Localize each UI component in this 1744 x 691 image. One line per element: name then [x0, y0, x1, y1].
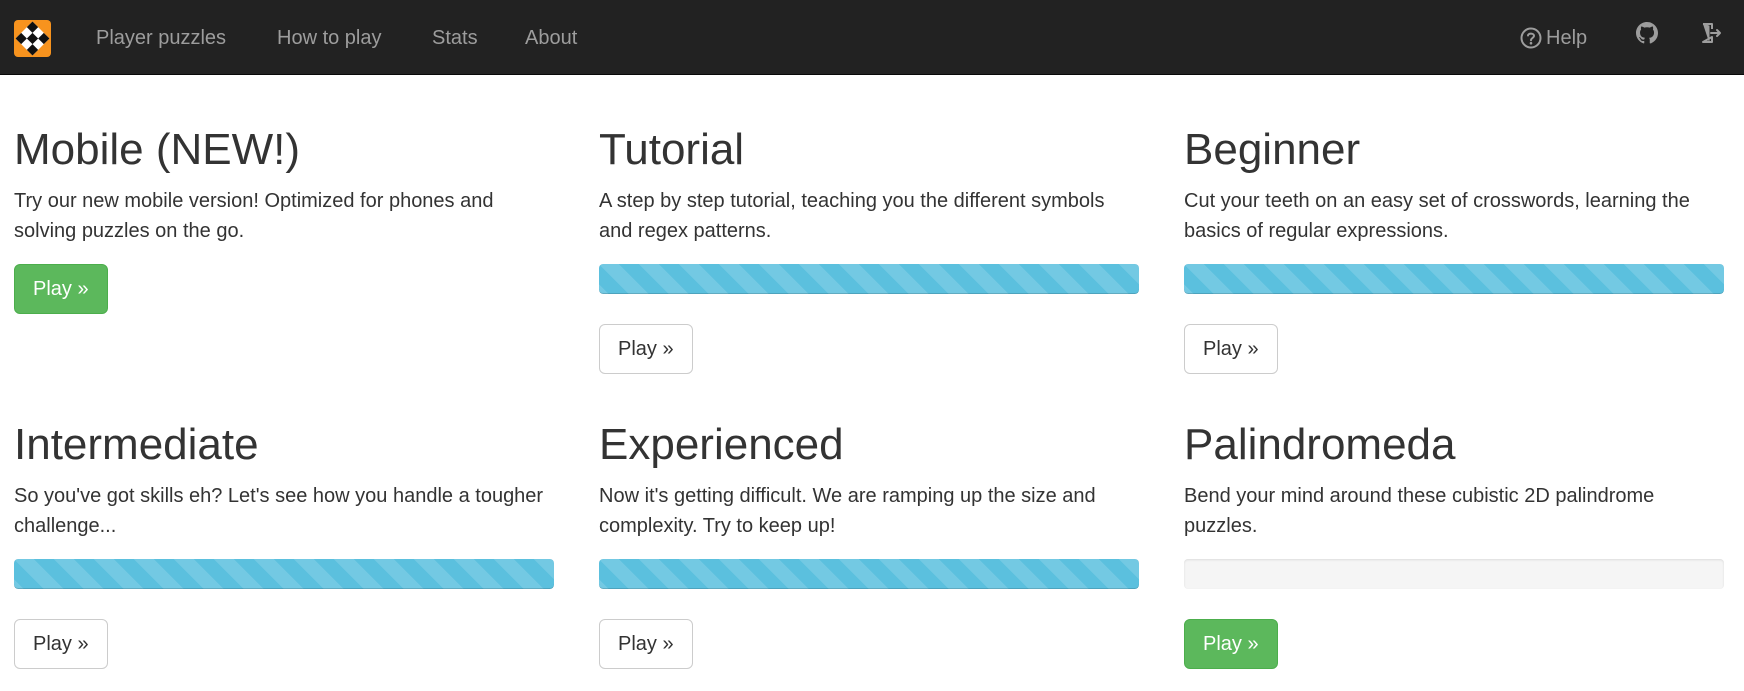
progress-bar: [14, 559, 554, 589]
play-mobile-button[interactable]: Play »: [14, 264, 108, 314]
play-intermediate-button[interactable]: Play »: [14, 619, 108, 669]
nav-how-to-play[interactable]: How to play: [277, 26, 382, 50]
progress-bar: [1184, 264, 1724, 294]
nav-player-puzzles[interactable]: Player puzzles: [96, 26, 226, 50]
sign-out-icon[interactable]: [1700, 22, 1722, 49]
panel-title: Intermediate: [14, 420, 259, 469]
progress-fill: [14, 559, 554, 589]
play-palindromeda-button[interactable]: Play »: [1184, 619, 1278, 669]
panel-description: Cut your teeth on an easy set of crosswo…: [1184, 190, 1690, 242]
play-beginner-button[interactable]: Play »: [1184, 324, 1278, 374]
progress-fill: [599, 264, 1139, 294]
panel-mobile: Mobile (NEW!) Try our new mobile version…: [14, 125, 554, 314]
progress-fill: [1184, 264, 1724, 294]
panel-description: So you've got skills eh? Let's see how y…: [14, 485, 544, 537]
nav-stats[interactable]: Stats: [432, 26, 478, 50]
panel-title: Palindromeda: [1184, 420, 1456, 469]
play-tutorial-button[interactable]: Play »: [599, 324, 693, 374]
panel-title: Mobile (NEW!): [14, 125, 301, 174]
panel-description: Now it's getting difficult. We are rampi…: [599, 485, 1096, 537]
panel-palindromeda: Palindromeda Bend your mind around these…: [1184, 420, 1724, 669]
regex-crossword-logo-icon[interactable]: [14, 20, 51, 57]
question-circle-icon: [1520, 27, 1542, 49]
progress-bar: [1184, 559, 1724, 589]
help-label: Help: [1546, 27, 1588, 49]
panel-description: Try our new mobile version! Optimized fo…: [14, 190, 494, 242]
panel-tutorial: Tutorial A step by step tutorial, teachi…: [599, 125, 1139, 374]
panel-description: Bend your mind around these cubistic 2D …: [1184, 485, 1655, 537]
panel-description: A step by step tutorial, teaching you th…: [599, 190, 1105, 242]
panel-title: Tutorial: [599, 125, 745, 174]
help-link[interactable]: Help: [1520, 26, 1587, 50]
panel-experienced: Experienced Now it's getting difficult. …: [599, 420, 1139, 669]
navbar: Player puzzles How to play Stats About H…: [0, 0, 1744, 75]
play-experienced-button[interactable]: Play »: [599, 619, 693, 669]
progress-bar: [599, 264, 1139, 294]
panel-title: Experienced: [599, 420, 844, 469]
nav-about[interactable]: About: [525, 26, 577, 50]
progress-bar: [599, 559, 1139, 589]
panel-title: Beginner: [1184, 125, 1361, 174]
github-icon[interactable]: [1636, 22, 1658, 49]
panel-intermediate: Intermediate So you've got skills eh? Le…: [14, 420, 554, 669]
panel-beginner: Beginner Cut your teeth on an easy set o…: [1184, 125, 1724, 374]
progress-fill: [599, 559, 1139, 589]
